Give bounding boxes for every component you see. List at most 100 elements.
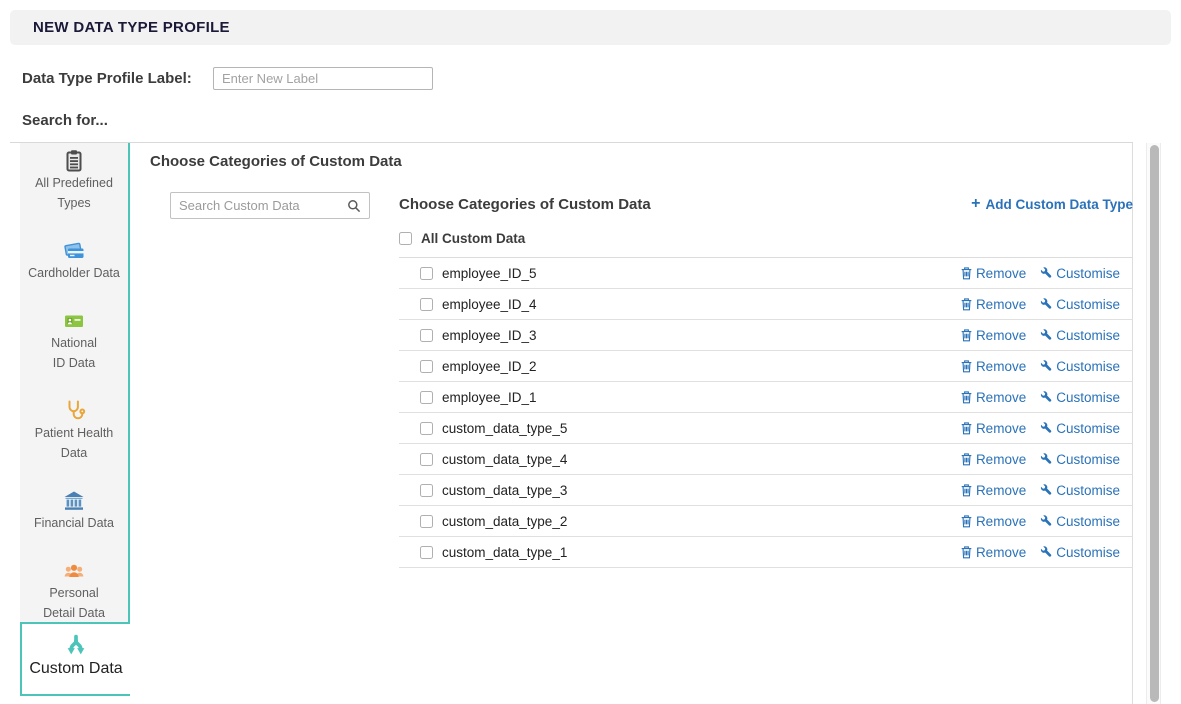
- customise-label: Customise: [1056, 483, 1120, 498]
- remove-button[interactable]: Remove: [960, 390, 1026, 405]
- customise-button[interactable]: Customise: [1040, 421, 1120, 436]
- customise-label: Customise: [1056, 545, 1120, 560]
- remove-label: Remove: [976, 545, 1026, 560]
- remove-label: Remove: [976, 266, 1026, 281]
- wrench-icon: [1040, 298, 1053, 311]
- split-arrows-icon: [63, 634, 89, 660]
- wrench-icon: [1040, 515, 1053, 528]
- custom-data-search-input[interactable]: [171, 198, 347, 213]
- trash-icon: [960, 545, 973, 559]
- sidebar-item-label: Detail Data: [43, 603, 105, 623]
- search-for-label: Search for...: [22, 112, 108, 129]
- id-card-icon: [62, 309, 86, 333]
- row-checkbox[interactable]: [420, 298, 433, 311]
- remove-button[interactable]: Remove: [960, 328, 1026, 343]
- table-row: custom_data_type_2 Remove Customise: [399, 506, 1133, 537]
- clipboard-icon: [62, 149, 86, 173]
- profile-label-row: Data Type Profile Label:: [22, 67, 433, 90]
- sidebar-item-patient-health-data[interactable]: Patient Health Data: [20, 399, 128, 463]
- remove-label: Remove: [976, 297, 1026, 312]
- row-label: custom_data_type_3: [442, 483, 567, 498]
- customise-button[interactable]: Customise: [1040, 545, 1120, 560]
- row-checkbox[interactable]: [420, 484, 433, 497]
- remove-label: Remove: [976, 359, 1026, 374]
- row-checkbox[interactable]: [420, 515, 433, 528]
- vertical-scrollbar[interactable]: [1146, 143, 1161, 704]
- row-checkbox[interactable]: [420, 329, 433, 342]
- row-checkbox[interactable]: [420, 546, 433, 559]
- add-custom-data-type-button[interactable]: + Add Custom Data Type: [971, 197, 1133, 212]
- sidebar-item-label: Data: [61, 443, 87, 463]
- sidebar-item-label: ID Data: [53, 353, 95, 373]
- select-all-label: All Custom Data: [421, 231, 525, 246]
- profile-label-input[interactable]: [213, 67, 433, 90]
- row-checkbox[interactable]: [420, 360, 433, 373]
- remove-button[interactable]: Remove: [960, 545, 1026, 560]
- custom-data-section: Choose Categories of Custom Data + Add C…: [399, 195, 1133, 568]
- remove-button[interactable]: Remove: [960, 297, 1026, 312]
- remove-button[interactable]: Remove: [960, 452, 1026, 467]
- customise-button[interactable]: Customise: [1040, 328, 1120, 343]
- sidebar-item-all-predefined-types[interactable]: All Predefined Types: [20, 149, 128, 213]
- sidebar-item-financial-data[interactable]: Financial Data: [20, 489, 128, 533]
- sidebar-item-cardholder-data[interactable]: Cardholder Data: [20, 239, 128, 283]
- plus-icon: +: [971, 197, 980, 211]
- sidebar-item-label: All Predefined: [35, 173, 113, 193]
- table-row: custom_data_type_3 Remove Customise: [399, 475, 1133, 506]
- select-all-checkbox[interactable]: [399, 232, 412, 245]
- customise-label: Customise: [1056, 297, 1120, 312]
- wrench-icon: [1040, 546, 1053, 559]
- category-sidebar-list: All Predefined Types Cardholder Data: [20, 143, 130, 622]
- trash-icon: [960, 359, 973, 373]
- table-row: custom_data_type_5 Remove Customise: [399, 413, 1133, 444]
- bank-icon: [62, 489, 86, 513]
- trash-icon: [960, 328, 973, 342]
- customise-label: Customise: [1056, 514, 1120, 529]
- sidebar-item-national-id-data[interactable]: National ID Data: [20, 309, 128, 373]
- custom-data-table: employee_ID_5 Remove Customise employee_…: [399, 257, 1133, 568]
- remove-button[interactable]: Remove: [960, 514, 1026, 529]
- customise-button[interactable]: Customise: [1040, 390, 1120, 405]
- sidebar-item-label: Personal: [49, 583, 98, 603]
- wrench-icon: [1040, 360, 1053, 373]
- trash-icon: [960, 514, 973, 528]
- customise-button[interactable]: Customise: [1040, 483, 1120, 498]
- page-titlebar: NEW DATA TYPE PROFILE: [10, 10, 1171, 45]
- panel-title: Choose Categories of Custom Data: [150, 153, 402, 170]
- customise-button[interactable]: Customise: [1040, 514, 1120, 529]
- sidebar-item-label: Cardholder Data: [28, 263, 120, 283]
- customise-button[interactable]: Customise: [1040, 359, 1120, 374]
- remove-button[interactable]: Remove: [960, 359, 1026, 374]
- remove-button[interactable]: Remove: [960, 421, 1026, 436]
- table-row: employee_ID_3 Remove Customise: [399, 320, 1133, 351]
- table-row: employee_ID_5 Remove Customise: [399, 258, 1133, 289]
- category-sidebar: All Predefined Types Cardholder Data: [20, 143, 130, 704]
- customise-label: Customise: [1056, 390, 1120, 405]
- sidebar-item-custom-data[interactable]: Custom Data: [20, 622, 130, 696]
- customise-button[interactable]: Customise: [1040, 452, 1120, 467]
- customise-label: Customise: [1056, 266, 1120, 281]
- remove-button[interactable]: Remove: [960, 266, 1026, 281]
- remove-label: Remove: [976, 328, 1026, 343]
- remove-button[interactable]: Remove: [960, 483, 1026, 498]
- row-label: custom_data_type_2: [442, 514, 567, 529]
- remove-label: Remove: [976, 483, 1026, 498]
- row-checkbox[interactable]: [420, 267, 433, 280]
- table-row: employee_ID_2 Remove Customise: [399, 351, 1133, 382]
- row-checkbox[interactable]: [420, 391, 433, 404]
- wrench-icon: [1040, 484, 1053, 497]
- row-checkbox[interactable]: [420, 453, 433, 466]
- scrollbar-thumb[interactable]: [1150, 145, 1159, 702]
- customise-button[interactable]: Customise: [1040, 266, 1120, 281]
- remove-label: Remove: [976, 452, 1026, 467]
- row-checkbox[interactable]: [420, 422, 433, 435]
- customise-label: Customise: [1056, 421, 1120, 436]
- trash-icon: [960, 452, 973, 466]
- sidebar-item-label: Types: [57, 193, 90, 213]
- customise-button[interactable]: Customise: [1040, 297, 1120, 312]
- remove-label: Remove: [976, 390, 1026, 405]
- trash-icon: [960, 483, 973, 497]
- profile-label: Data Type Profile Label:: [22, 70, 213, 87]
- sidebar-item-personal-detail-data[interactable]: Personal Detail Data: [20, 559, 128, 623]
- table-row: employee_ID_4 Remove Customise: [399, 289, 1133, 320]
